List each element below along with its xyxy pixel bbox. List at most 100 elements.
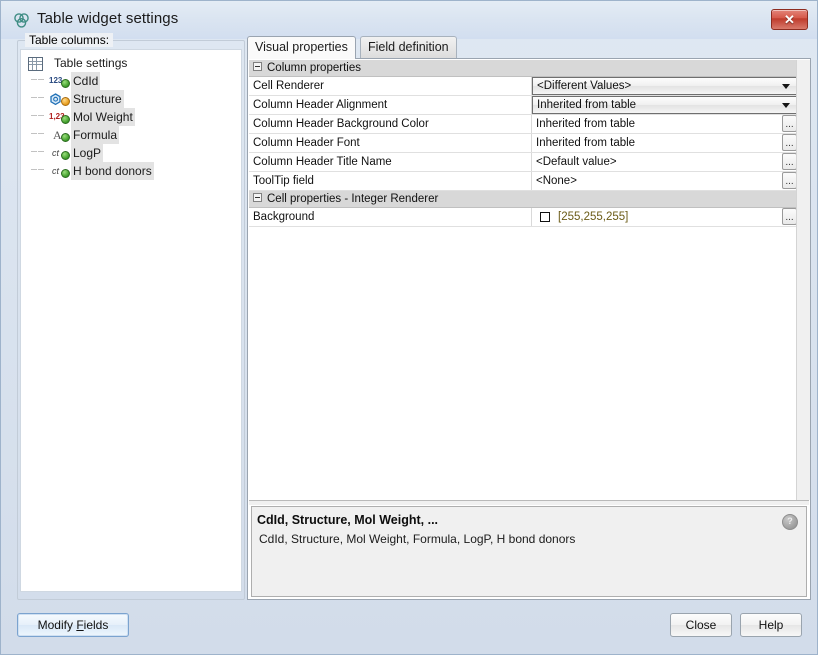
modify-fields-label-post: ields <box>84 618 109 632</box>
tab-label: Visual properties <box>255 40 348 54</box>
calc-field-icon: ct <box>49 144 71 162</box>
property-label: Background <box>253 208 523 226</box>
dialog-content: Table columns: Table settings ┄┄123CdId … <box>9 34 811 607</box>
property-value-cell[interactable]: Inherited from table ... <box>531 115 797 133</box>
structure-field-icon <box>49 90 71 108</box>
tree-item-label: LogP <box>71 144 103 162</box>
tab-strip: Visual properties Field definition <box>247 36 811 58</box>
tree-item-formula[interactable]: ┄┄AFormula <box>21 126 241 144</box>
property-row-background[interactable]: Background [255,255,255] ... <box>249 208 797 227</box>
dropdown-value: <Different Values> <box>537 78 631 94</box>
window-title: Table widget settings <box>37 10 178 27</box>
help-button-label: Help <box>759 618 784 632</box>
property-value-cell[interactable]: Inherited from table ... <box>531 134 797 152</box>
close-icon[interactable]: ✕ <box>771 9 808 30</box>
property-value: <Default value> <box>536 153 617 171</box>
close-button[interactable]: Close <box>670 613 732 637</box>
tree-item-logp[interactable]: ┄┄ct LogP <box>21 144 241 162</box>
tree-connector: ┄┄ <box>31 162 49 180</box>
color-swatch[interactable] <box>540 212 550 222</box>
chevron-down-icon <box>782 84 790 89</box>
modify-fields-button[interactable]: Modify Fields <box>17 613 129 637</box>
chevron-down-icon <box>782 103 790 108</box>
property-label: Column Header Alignment <box>253 96 523 114</box>
dropdown-value: Inherited from table <box>537 97 636 113</box>
table-columns-panel: Table columns: Table settings ┄┄123CdId … <box>17 34 245 600</box>
tree-root-node[interactable]: Table settings <box>21 54 241 72</box>
property-label: Column Header Background Color <box>253 115 523 133</box>
group-header-column-properties[interactable]: Column properties <box>249 60 797 77</box>
tree-item-label: CdId <box>71 72 100 90</box>
property-value-cell[interactable]: Inherited from table <box>531 96 797 114</box>
browse-ellipsis-button[interactable]: ... <box>782 153 797 170</box>
text-field-icon: A <box>49 126 71 144</box>
help-question-icon[interactable]: ? <box>782 514 798 530</box>
tree-item-cdid[interactable]: ┄┄123CdId <box>21 72 241 90</box>
tree-root-label: Table settings <box>52 54 129 72</box>
tree-item-structure[interactable]: ┄┄ Structure <box>21 90 241 108</box>
property-value: Inherited from table <box>536 115 635 133</box>
table-columns-legend: Table columns: <box>25 33 113 47</box>
property-label: Cell Renderer <box>253 77 523 95</box>
property-row-column-header-title-name[interactable]: Column Header Title Name <Default value>… <box>249 153 797 172</box>
molecule-icon <box>13 12 30 29</box>
property-label: Column Header Font <box>253 134 523 152</box>
properties-panel: Visual properties Field definition Colum… <box>247 36 811 600</box>
browse-ellipsis-button[interactable]: ... <box>782 115 797 132</box>
property-row-tooltip-field[interactable]: ToolTip field <None> ... <box>249 172 797 191</box>
help-button[interactable]: Help <box>740 613 802 637</box>
browse-ellipsis-button[interactable]: ... <box>782 208 797 225</box>
dialog-window: Table widget settings ✕ Table columns: T… <box>0 0 818 655</box>
tree-item-h-bond-donors[interactable]: ┄┄ct H bond donors <box>21 162 241 180</box>
close-button-label: Close <box>686 618 717 632</box>
property-grid-scrollbar[interactable] <box>796 60 810 500</box>
tree-item-label: Structure <box>71 90 124 108</box>
description-pane: CdId, Structure, Mol Weight, ... CdId, S… <box>251 506 807 597</box>
group-header-cell-properties[interactable]: Cell properties - Integer Renderer <box>249 191 797 208</box>
tree-connector: ┄┄ <box>31 126 49 144</box>
group-title: Column properties <box>267 62 361 74</box>
tree-connector: ┄┄ <box>31 144 49 162</box>
modify-fields-label-pre: Modify <box>38 618 77 632</box>
column-header-alignment-dropdown[interactable]: Inherited from table <box>532 96 797 114</box>
calc-field-icon-text: ct <box>52 162 59 180</box>
browse-ellipsis-button[interactable]: ... <box>782 134 797 151</box>
property-grid[interactable]: Column properties Cell Renderer <Differe… <box>249 60 797 498</box>
columns-tree[interactable]: Table settings ┄┄123CdId ┄┄ Structure ┄┄… <box>20 49 242 592</box>
close-glyph: ✕ <box>772 10 807 29</box>
cell-renderer-dropdown[interactable]: <Different Values> <box>532 77 797 95</box>
property-value-cell[interactable]: <Default value> ... <box>531 153 797 171</box>
tree-connector: ┄┄ <box>31 90 49 108</box>
decimal-field-icon: 1,23 <box>49 108 71 126</box>
tree-connector: ┄┄ <box>31 108 49 126</box>
property-value: [255,255,255] <box>558 208 628 226</box>
property-label: Column Header Title Name <box>253 153 523 171</box>
tree-item-mol-weight[interactable]: ┄┄1,23Mol Weight <box>21 108 241 126</box>
calc-field-icon-text: ct <box>52 144 59 162</box>
browse-ellipsis-button[interactable]: ... <box>782 172 797 189</box>
tree-connector: ┄┄ <box>31 72 49 90</box>
property-row-column-header-font[interactable]: Column Header Font Inherited from table … <box>249 134 797 153</box>
property-value-cell[interactable]: <None> ... <box>531 172 797 190</box>
table-grid-icon <box>26 54 52 72</box>
tab-panel: Column properties Cell Renderer <Differe… <box>247 58 811 600</box>
collapse-icon[interactable] <box>253 62 262 71</box>
tab-visual-properties[interactable]: Visual properties <box>247 36 356 59</box>
tree-item-label: H bond donors <box>71 162 154 180</box>
property-row-column-header-background-color[interactable]: Column Header Background Color Inherited… <box>249 115 797 134</box>
tab-field-definition[interactable]: Field definition <box>360 36 457 58</box>
group-title: Cell properties - Integer Renderer <box>267 193 438 205</box>
tree-item-label: Mol Weight <box>71 108 135 126</box>
description-separator <box>249 500 809 505</box>
integer-field-icon: 123 <box>49 72 71 90</box>
property-value-cell[interactable]: <Different Values> <box>531 77 797 95</box>
property-value: <None> <box>536 172 577 190</box>
description-title: CdId, Structure, Mol Weight, ... <box>257 513 438 527</box>
description-body: CdId, Structure, Mol Weight, Formula, Lo… <box>259 532 575 546</box>
tab-label: Field definition <box>368 40 449 54</box>
property-value-cell[interactable]: [255,255,255] ... <box>531 208 797 226</box>
property-row-cell-renderer[interactable]: Cell Renderer <Different Values> <box>249 77 797 96</box>
tree-item-label: Formula <box>71 126 119 144</box>
collapse-icon[interactable] <box>253 193 262 202</box>
property-row-column-header-alignment[interactable]: Column Header Alignment Inherited from t… <box>249 96 797 115</box>
